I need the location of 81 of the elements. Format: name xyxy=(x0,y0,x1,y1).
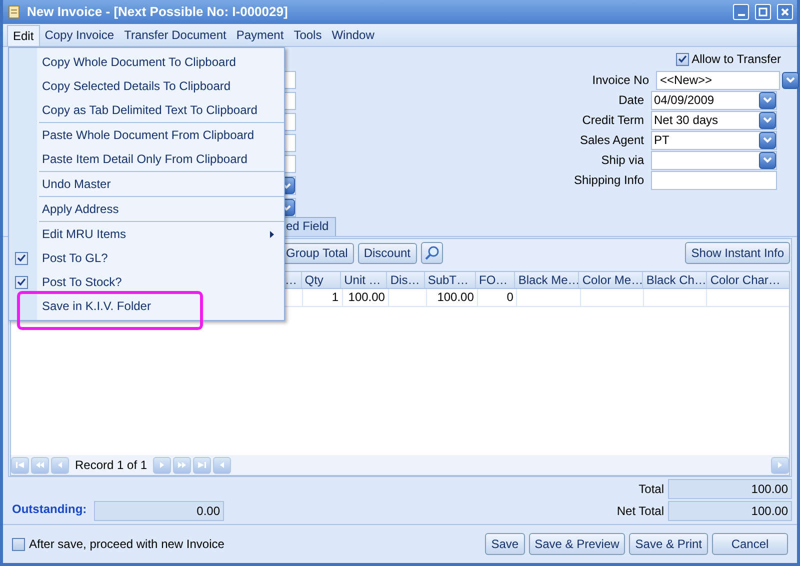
dropdown-button[interactable] xyxy=(782,72,799,88)
column-header[interactable]: Color Char… xyxy=(706,272,789,288)
toolbar-button[interactable]: Discount xyxy=(358,242,417,264)
skip-end-icon xyxy=(197,461,208,469)
field-label: Credit Term xyxy=(582,112,644,129)
table-cell: 100.00 xyxy=(342,289,388,306)
submenu-arrow-icon xyxy=(270,230,274,238)
record-counter: Record 1 of 1 xyxy=(74,457,148,474)
column-header[interactable]: Black Me… xyxy=(514,272,578,288)
close-button[interactable] xyxy=(777,4,793,20)
footer-button[interactable]: Save & Print xyxy=(629,533,708,555)
dropdown-button[interactable] xyxy=(759,152,776,168)
footer-button[interactable]: Save xyxy=(485,533,525,555)
footer-button[interactable]: Cancel xyxy=(712,533,788,555)
menu-item[interactable]: Undo Master xyxy=(9,172,284,196)
menu-item[interactable]: Payment xyxy=(231,24,289,46)
outstanding-field: 0.00 xyxy=(94,501,224,521)
total-label: Total xyxy=(638,481,664,498)
window-title: New Invoice - [Next Possible No: I-000029] xyxy=(27,3,289,22)
skip-start-icon xyxy=(15,461,25,469)
combo-field[interactable]: 04/09/2009 xyxy=(651,90,777,110)
chevron-down-icon xyxy=(282,182,291,188)
outstanding-label: Outstanding: xyxy=(12,501,88,518)
menu-item[interactable]: Copy Whole Document To Clipboard xyxy=(9,50,284,74)
menu-item[interactable]: Tools xyxy=(288,24,327,46)
instant-info-button[interactable]: Show Instant Info xyxy=(685,242,790,264)
combo-field[interactable]: PT xyxy=(651,130,777,150)
column-header[interactable]: Black Ch… xyxy=(642,272,706,288)
field-label: Invoice No xyxy=(592,72,649,89)
table-cell: 100.00 xyxy=(426,289,477,306)
search-icon xyxy=(424,245,440,261)
close-icon xyxy=(780,7,790,17)
combo-field[interactable]: Net 30 days xyxy=(651,110,777,130)
checkbox[interactable] xyxy=(12,538,25,550)
checkbox-label: After save, proceed with new Invoice xyxy=(29,536,226,553)
checkbox-label: Allow to Transfer xyxy=(692,51,781,68)
total-field: 100.00 xyxy=(668,501,792,521)
menu-item[interactable]: Copy Invoice xyxy=(40,24,120,46)
field-label: Sales Agent xyxy=(580,132,644,149)
menu-item[interactable]: Transfer Document xyxy=(119,24,232,46)
maximize-button[interactable] xyxy=(755,4,771,20)
total-field: 100.00 xyxy=(668,479,792,499)
chevron-down-icon xyxy=(786,77,795,83)
footer-button[interactable]: Save & Preview xyxy=(528,533,626,555)
table-cell: 0 xyxy=(476,289,516,306)
chevron-down-icon xyxy=(282,204,291,210)
table-cell: 1 xyxy=(302,289,342,306)
chevron-down-icon xyxy=(763,97,772,103)
search-button[interactable] xyxy=(420,242,443,264)
combo-field[interactable] xyxy=(651,150,777,170)
field-label: Date xyxy=(618,92,644,109)
dropdown-button[interactable] xyxy=(759,92,776,108)
dropdown-button[interactable] xyxy=(759,112,776,128)
chevron-down-icon xyxy=(763,157,772,163)
dropdown-button[interactable] xyxy=(759,132,776,148)
minimize-button[interactable] xyxy=(733,4,749,20)
column-header[interactable]: FO… xyxy=(475,272,514,288)
text-field[interactable] xyxy=(651,170,777,190)
fast-forward-icon xyxy=(177,461,188,469)
minimize-icon xyxy=(738,14,744,16)
rewind-icon xyxy=(35,461,45,469)
checkbox[interactable] xyxy=(676,52,689,66)
menu-item[interactable]: Edit xyxy=(7,24,40,46)
field-label: Shipping Info xyxy=(574,172,644,189)
document-icon xyxy=(7,5,21,19)
chevron-down-icon xyxy=(763,117,772,123)
menu-item[interactable]: Window xyxy=(326,24,380,46)
menu-item[interactable]: Copy as Tab Delimited Text To Clipboard xyxy=(9,98,284,122)
total-label: Net Total xyxy=(616,503,664,520)
menu-item[interactable]: Copy Selected Details To Clipboard xyxy=(9,74,284,98)
column-header[interactable]: Color Me… xyxy=(578,272,642,288)
chevron-down-icon xyxy=(763,137,772,143)
menu-item[interactable]: Paste Item Detail Only From Clipboard xyxy=(9,147,284,171)
column-header[interactable]: Unit … xyxy=(340,272,386,288)
menu-item[interactable]: Paste Whole Document From Clipboard xyxy=(9,123,284,147)
column-header[interactable]: Dis… xyxy=(386,272,424,288)
field-label: Ship via xyxy=(601,152,644,169)
maximize-icon xyxy=(758,7,768,17)
column-header[interactable]: Qty xyxy=(300,272,340,288)
column-header[interactable]: SubT… xyxy=(424,272,475,288)
invoice-number-field[interactable]: <<New>> xyxy=(656,70,780,90)
